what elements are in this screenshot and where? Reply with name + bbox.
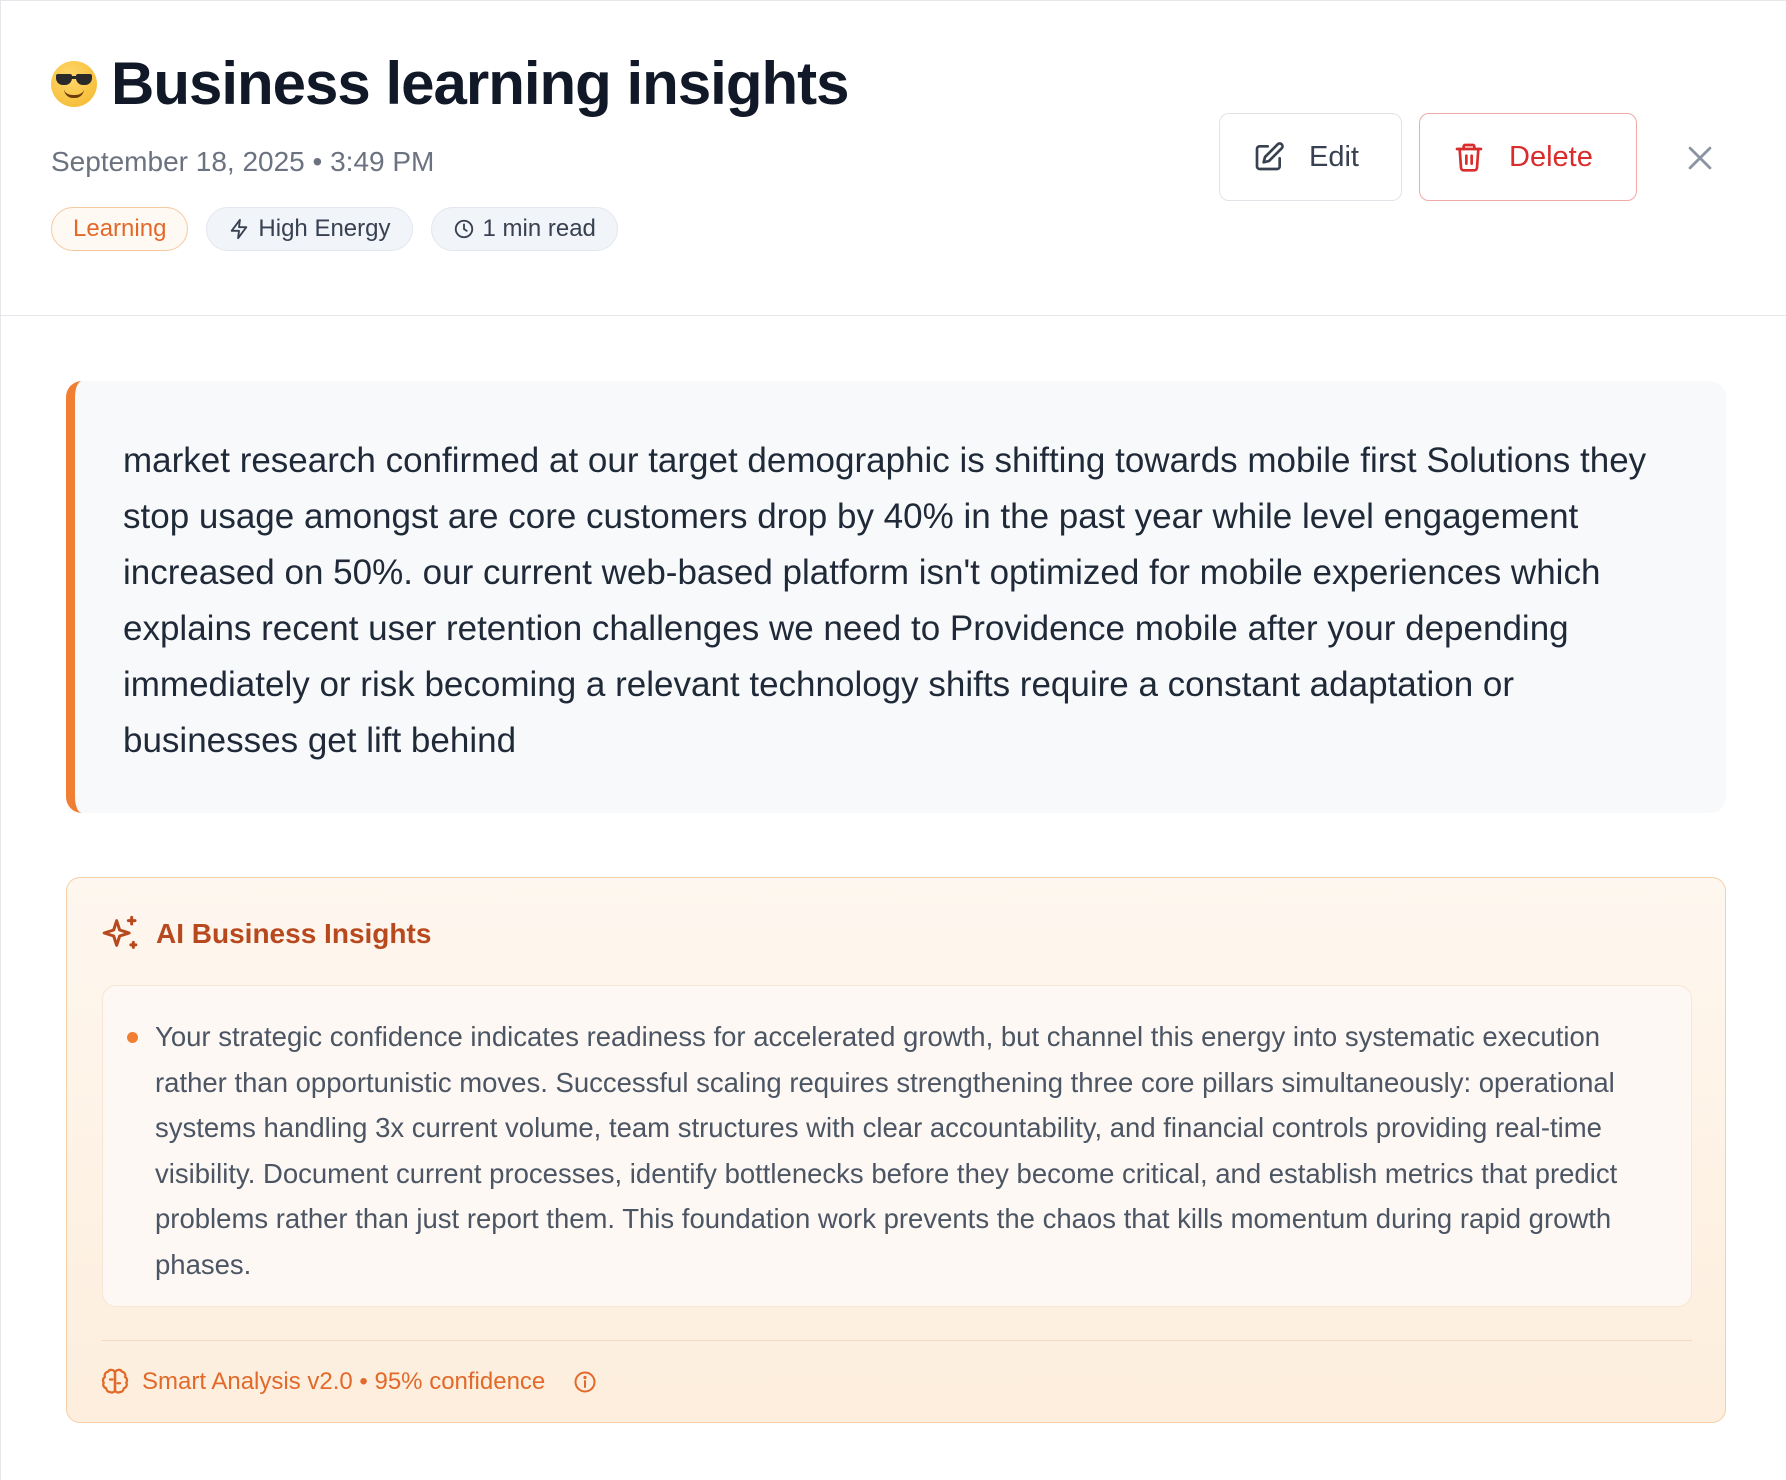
category-tag: Learning — [51, 207, 189, 251]
category-tag-label: Learning — [73, 215, 167, 242]
clock-icon — [454, 219, 473, 239]
edit-button[interactable]: Edit — [1219, 113, 1402, 201]
sparkles-icon — [102, 915, 138, 949]
lightning-icon — [231, 218, 248, 240]
ai-analysis-label: Smart Analysis v2.0 • 95% confidence — [142, 1368, 546, 1395]
edit-button-label: Edit — [1309, 140, 1359, 173]
ai-insight-item: Your strategic confidence indicates read… — [102, 985, 1692, 1307]
energy-tag-label: High Energy — [258, 215, 391, 242]
read-time-label: 1 min read — [482, 215, 596, 242]
ai-insight-text: Your strategic confidence indicates read… — [155, 1021, 1618, 1280]
title-row: Business learning insights — [51, 49, 850, 119]
entry-date-time: September 18, 2025 • 3:49 PM — [51, 146, 435, 177]
ai-insights-header: AI Business Insights — [100, 914, 431, 954]
page-title: Business learning insights — [111, 50, 850, 117]
tag-list: Learning High Energy 1 min read — [51, 207, 618, 251]
delete-button[interactable]: Delete — [1419, 113, 1637, 201]
header-actions: Edit Delete — [1219, 113, 1637, 201]
note-content-card: market research confirmed at our target … — [66, 381, 1726, 813]
divider — [102, 1340, 1692, 1341]
ai-insights-card: AI Business Insights Your strategic conf… — [66, 877, 1726, 1423]
note-text: market research confirmed at our target … — [123, 441, 1647, 760]
brain-icon — [101, 1368, 129, 1394]
sunglasses-emoji-icon — [51, 61, 97, 107]
bullet-dot — [127, 1032, 138, 1043]
ai-analysis-footer: Smart Analysis v2.0 • 95% confidence — [100, 1367, 597, 1397]
edit-icon — [1255, 142, 1284, 171]
entry-header: Business learning insights September 18,… — [1, 1, 1786, 316]
delete-button-label: Delete — [1509, 140, 1593, 173]
info-icon[interactable] — [573, 1370, 597, 1394]
entry-detail-panel: Business learning insights September 18,… — [0, 0, 1786, 1480]
read-time-tag: 1 min read — [430, 207, 618, 251]
close-icon[interactable] — [1683, 141, 1717, 175]
ai-insights-title: AI Business Insights — [156, 918, 432, 949]
trash-icon — [1455, 143, 1483, 172]
energy-tag: High Energy — [206, 207, 413, 251]
